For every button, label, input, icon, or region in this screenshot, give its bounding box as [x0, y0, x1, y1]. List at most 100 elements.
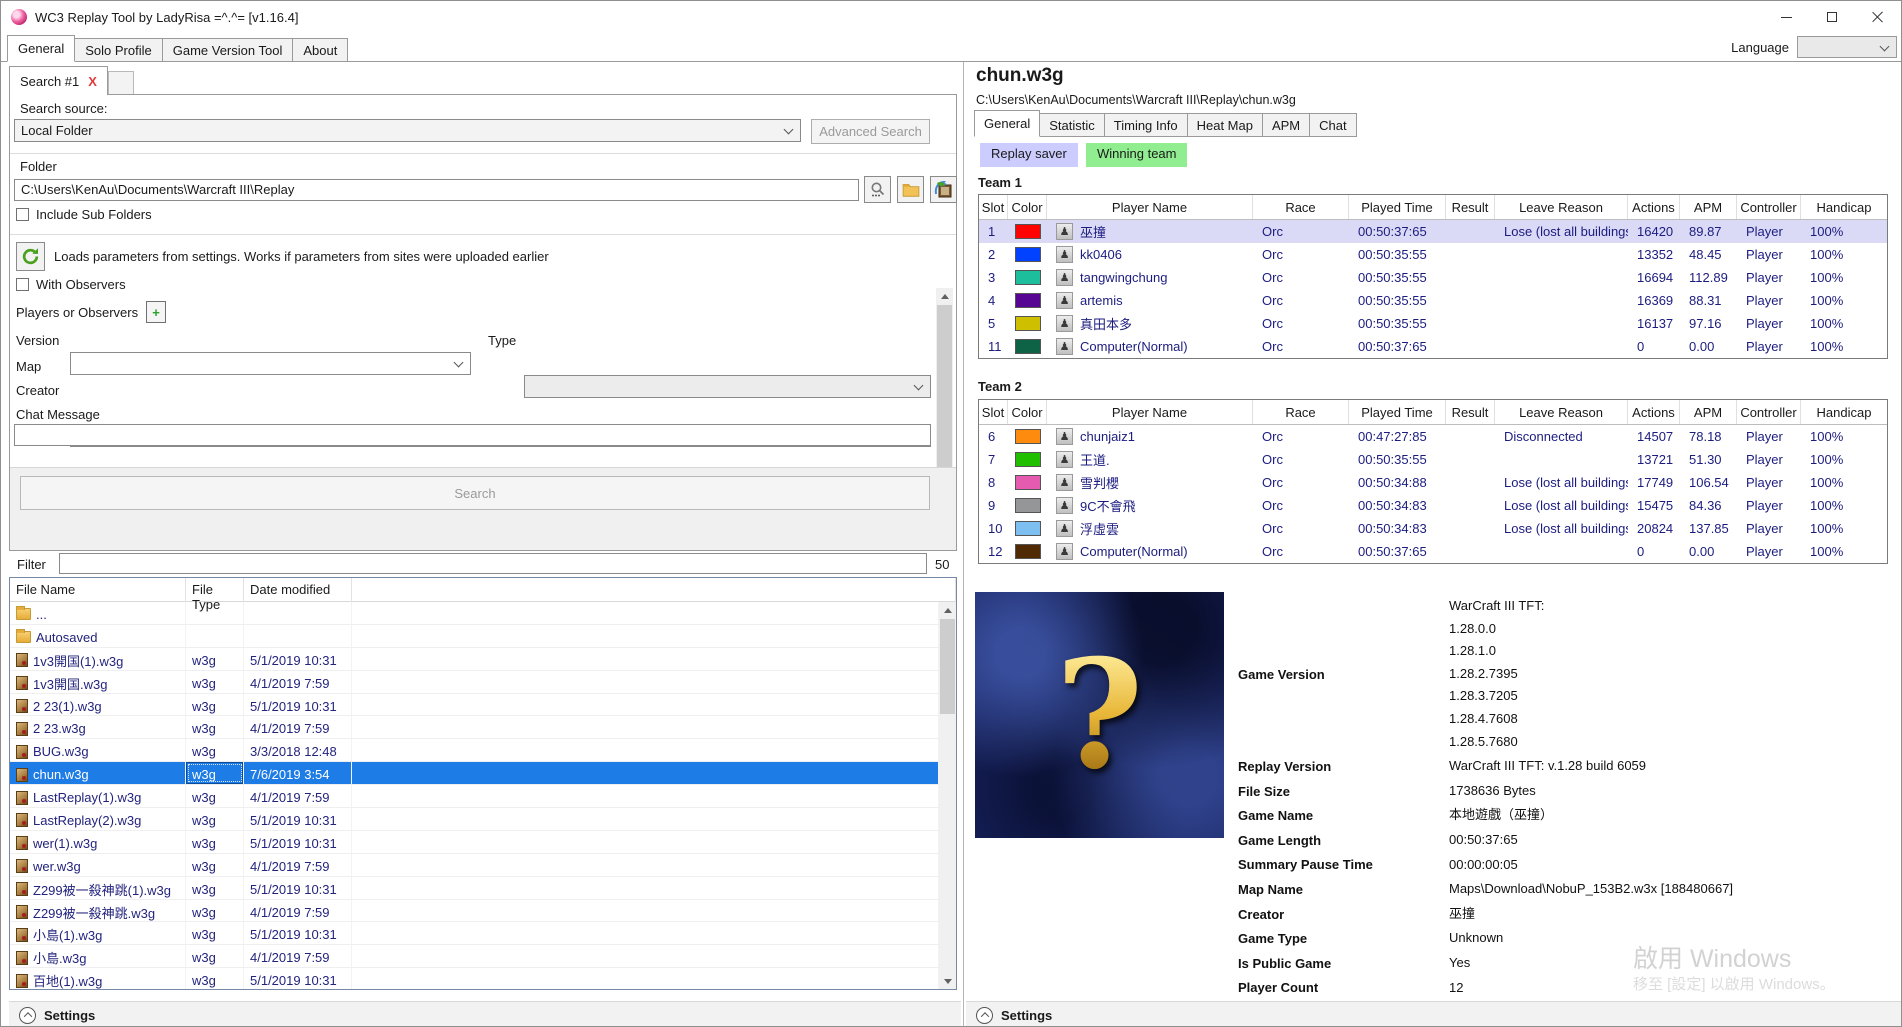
scroll-up-icon[interactable]	[936, 288, 953, 304]
players-or-observers-label: Players or Observers	[16, 304, 139, 320]
close-icon	[1872, 11, 1884, 23]
search-tab-1[interactable]: Search #1 X	[9, 66, 108, 95]
player-row[interactable]: 8 ♟ 雪判櫻 Orc 00:50:34:88 Lose (lost all buildi…	[979, 471, 1887, 494]
file-row[interactable]: 小島.w3g w3g 4/1/2019 7:59	[10, 945, 939, 969]
file-row[interactable]: chun.w3g w3g 7/6/2019 3:54	[10, 762, 939, 786]
preview-search-button[interactable]	[864, 176, 891, 203]
folder-path-input[interactable]: C:\Users\KenAu\Documents\Warcraft III\Re…	[14, 179, 859, 201]
version-select[interactable]	[70, 352, 471, 375]
scroll-down-icon[interactable]	[939, 973, 956, 989]
file-row[interactable]: wer.w3g w3g 4/1/2019 7:59	[10, 853, 939, 877]
advanced-search-button[interactable]: Advanced Search	[811, 119, 930, 144]
player-row[interactable]: 4 ♟ artemis Orc 00:50:35:55 16369 88.31 Player 1…	[979, 289, 1887, 312]
player-name-cell[interactable]: ♟ 9C不會飛	[1047, 494, 1253, 517]
tab-solo-profile[interactable]: Solo Profile	[74, 38, 163, 62]
detail-tab-apm[interactable]: APM	[1261, 113, 1311, 137]
chat-message-input[interactable]	[14, 424, 931, 446]
winning-team-chip[interactable]: Winning team	[1086, 143, 1188, 167]
left-settings-bar[interactable]: Settings	[9, 1001, 961, 1026]
player-row[interactable]: 7 ♟ 王道. Orc 00:50:35:55 13721 51.30 Player 100%	[979, 448, 1887, 471]
file-row[interactable]: Z299被一殺神跳(1).w3g w3g 5/1/2019 10:31	[10, 876, 939, 900]
add-player-filter-button[interactable]: +	[146, 301, 167, 323]
player-name-cell[interactable]: ♟ 巫撞	[1047, 220, 1253, 243]
player-row[interactable]: 10 ♟ 浮虛雲 Orc 00:50:34:83 Lose (lost all build…	[979, 517, 1887, 540]
player-row[interactable]: 5 ♟ 真田本多 Orc 00:50:35:55 16137 97.16 Player 100%	[979, 312, 1887, 335]
language-label: Language	[1731, 39, 1789, 55]
search-button[interactable]: Search	[20, 476, 930, 510]
maximize-button[interactable]	[1809, 1, 1855, 33]
file-row[interactable]: 1v3開国.w3g w3g 4/1/2019 7:59	[10, 670, 939, 694]
file-row[interactable]: Autosaved	[10, 624, 939, 648]
file-date-cell: 5/1/2019 10:31	[244, 693, 352, 716]
player-row[interactable]: 12 ♟ Computer(Normal) Orc 00:50:37:65 0 0.00 Pl…	[979, 540, 1887, 563]
scrollbar-thumb[interactable]	[937, 305, 952, 470]
player-name-cell[interactable]: ♟ 王道.	[1047, 448, 1253, 471]
player-name-cell[interactable]: ♟ tangwingchung	[1047, 266, 1253, 289]
file-type-cell: w3g	[186, 830, 244, 853]
detail-tab-timing-info[interactable]: Timing Info	[1103, 113, 1188, 137]
detail-tab-general[interactable]: General	[974, 110, 1041, 137]
player-name-cell[interactable]: ♟ kk0406	[1047, 243, 1253, 266]
file-row[interactable]: 2 23(1).w3g w3g 5/1/2019 10:31	[10, 693, 939, 717]
file-date-cell: 4/1/2019 7:59	[244, 670, 352, 693]
minimize-button[interactable]	[1763, 1, 1809, 33]
file-row[interactable]: Z299被一殺神跳.w3g w3g 4/1/2019 7:59	[10, 899, 939, 923]
player-name-cell[interactable]: ♟ 浮虛雲	[1047, 517, 1253, 540]
file-row[interactable]: ...	[10, 602, 939, 625]
language-select[interactable]	[1797, 36, 1897, 58]
file-row[interactable]: LastReplay(2).w3g w3g 5/1/2019 10:31	[10, 808, 939, 831]
file-row[interactable]: 小島(1).w3g w3g 5/1/2019 10:31	[10, 922, 939, 946]
file-row[interactable]: LastReplay(1).w3g w3g 4/1/2019 7:59	[10, 785, 939, 809]
file-name-cell: wer.w3g	[10, 853, 186, 876]
tab-about[interactable]: About	[292, 38, 349, 62]
type-select[interactable]	[524, 375, 931, 398]
replay-icon	[16, 790, 28, 805]
include-sub-folders-checkbox[interactable]: Include Sub Folders	[16, 207, 152, 222]
player-name-cell[interactable]: ♟ 雪判櫻	[1047, 471, 1253, 494]
player-row[interactable]: 1 ♟ 巫撞 Orc 00:50:37:65 Lose (lost all buildin…	[979, 220, 1887, 243]
player-name-cell[interactable]: ♟ 真田本多	[1047, 312, 1253, 335]
load-parameters-button[interactable]	[16, 242, 45, 271]
search-button-strip: Search	[10, 467, 956, 550]
detail-tab-heat-map[interactable]: Heat Map	[1186, 113, 1263, 137]
file-row[interactable]: wer(1).w3g w3g 5/1/2019 10:31	[10, 830, 939, 854]
tab-game-version-tool[interactable]: Game Version Tool	[161, 38, 294, 62]
player-row[interactable]: 9 ♟ 9C不會飛 Orc 00:50:34:83 Lose (lost all buil…	[979, 494, 1887, 517]
close-search-tab-icon[interactable]: X	[88, 74, 97, 89]
right-settings-bar[interactable]: Settings	[966, 1001, 1901, 1026]
file-list-scrollbar[interactable]	[939, 602, 956, 989]
scrollbar-thumb[interactable]	[940, 619, 955, 714]
file-row[interactable]: 2 23.w3g w3g 4/1/2019 7:59	[10, 716, 939, 740]
tab-general[interactable]: General	[7, 35, 76, 62]
player-row[interactable]: 6 ♟ chunjaiz1 Orc 00:47:27:85 Disconnected 145…	[979, 425, 1887, 448]
color-cell	[1008, 289, 1047, 312]
player-color-swatch	[1015, 224, 1041, 239]
close-button[interactable]	[1855, 1, 1901, 33]
player-name-cell[interactable]: ♟ chunjaiz1	[1047, 425, 1253, 448]
file-row[interactable]: 百地(1).w3g w3g 5/1/2019 10:31	[10, 968, 939, 989]
open-folder-button[interactable]	[897, 176, 924, 203]
search-form: Search source: Local Folder Advanced Sea…	[9, 94, 957, 551]
new-search-tab-stub[interactable]	[107, 71, 134, 95]
file-row[interactable]: 1v3開国(1).w3g w3g 5/1/2019 10:31	[10, 647, 939, 671]
open-replay-button[interactable]	[930, 176, 957, 203]
apm-cell: 88.31	[1689, 293, 1722, 308]
player-name-cell[interactable]: ♟ Computer(Normal)	[1047, 540, 1253, 563]
player-name-cell[interactable]: ♟ Computer(Normal)	[1047, 335, 1253, 358]
player-portrait-icon: ♟	[1056, 451, 1073, 468]
player-name-cell[interactable]: ♟ artemis	[1047, 289, 1253, 312]
scroll-up-icon[interactable]	[939, 602, 956, 618]
search-tab-label: Search #1	[20, 73, 80, 89]
replay-saver-chip[interactable]: Replay saver	[980, 143, 1078, 167]
file-filler-cell	[352, 945, 939, 968]
with-observers-checkbox[interactable]: With Observers	[16, 277, 126, 292]
played-time-cell: 00:50:37:65	[1358, 339, 1427, 354]
search-source-select[interactable]: Local Folder	[14, 119, 801, 142]
file-row[interactable]: BUG.w3g w3g 3/3/2018 12:48	[10, 739, 939, 763]
player-row[interactable]: 3 ♟ tangwingchung Orc 00:50:35:55 16694 112.89…	[979, 266, 1887, 289]
player-row[interactable]: 2 ♟ kk0406 Orc 00:50:35:55 13352 48.45 Player 10…	[979, 243, 1887, 266]
detail-tab-statistic[interactable]: Statistic	[1039, 113, 1105, 137]
player-row[interactable]: 11 ♟ Computer(Normal) Orc 00:50:37:65 0 0.00 Pl…	[979, 335, 1887, 358]
filter-input[interactable]	[59, 553, 927, 574]
detail-tab-chat[interactable]: Chat	[1309, 113, 1357, 137]
